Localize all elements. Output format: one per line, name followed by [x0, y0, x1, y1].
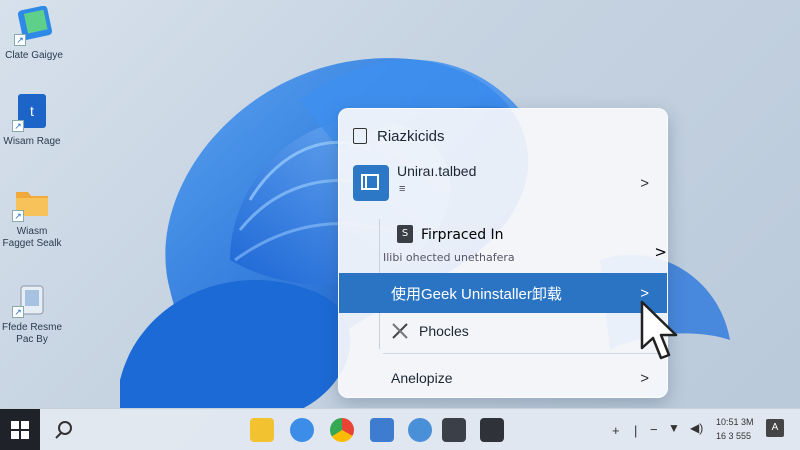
shortcut-arrow-icon: ↗	[12, 120, 24, 132]
store-icon[interactable]	[370, 418, 394, 442]
phocles-item[interactable]: Phocles	[339, 315, 667, 347]
tray-divider: |	[634, 423, 638, 438]
recycle-bin-icon: ↗	[12, 278, 52, 318]
tray-minus-icon[interactable]: −	[650, 422, 658, 437]
desktop-icon-folder[interactable]: ↗ Wiasm Fagget Sealk	[0, 182, 64, 250]
file-explorer-icon[interactable]	[250, 418, 274, 442]
shortcut-arrow-icon: ↗	[12, 306, 24, 318]
folder-icon: ↗	[12, 182, 52, 222]
photos-taskbar-icon[interactable]	[442, 418, 466, 442]
svg-text:t: t	[30, 103, 34, 119]
shortcut-arrow-icon: ↗	[14, 34, 26, 46]
firpraced-item[interactable]: S Firpraced In Ilibi ohected unethafera …	[379, 219, 667, 349]
desktop-icon-label: Wisam Rage	[3, 136, 61, 147]
menu-divider	[383, 353, 663, 354]
desktop-icon-word[interactable]: t ↗ Wisam Rage	[0, 92, 64, 148]
chrome-icon[interactable]	[330, 418, 354, 442]
desktop-icon-label: Clate Gaigye	[5, 50, 63, 61]
chevron-right-icon: >	[640, 284, 649, 302]
tray-time[interactable]: 10:51 3M	[716, 417, 754, 427]
firpraced-subtitle: Ilibi ohected unethafera	[383, 251, 515, 264]
chevron-right-icon: >	[640, 174, 649, 192]
windows-logo-icon	[11, 421, 29, 439]
taskbar: + | − ▼ ◀) 10:51 3M 16 3 555 A	[0, 408, 800, 450]
chevron-right-icon: >	[654, 243, 667, 261]
desktop-icon-label: Ffede Resme Pac By	[1, 322, 63, 345]
app-menu-item[interactable]: Uniraı.talbed ≡ >	[339, 159, 667, 207]
tools-icon	[392, 323, 408, 339]
word-doc-icon: t ↗	[12, 92, 52, 132]
menu-header-label: Riazkicids	[377, 127, 445, 145]
mouse-cursor-icon	[640, 300, 678, 360]
desktop-icon-photos[interactable]: ↗ Clate Gaigye	[2, 5, 66, 62]
menu-header: Riazkicids	[339, 119, 667, 153]
photos-app-icon: ↗	[14, 5, 54, 46]
document-icon	[353, 128, 367, 144]
desktop-icon-label: Wiasm Fagget Sealk	[2, 226, 62, 249]
volume-icon[interactable]: ◀)	[690, 421, 703, 435]
notification-badge[interactable]: A	[766, 419, 784, 437]
app-subtitle: ≡	[399, 183, 406, 195]
firpraced-title: Firpraced In	[421, 227, 504, 243]
tray-date[interactable]: 16 3 555	[716, 431, 751, 441]
desktop-icon-recycle-bin[interactable]: ↗ Ffede Resme Pac By	[0, 278, 64, 346]
anelopize-label: Anelopize	[391, 370, 453, 386]
messenger-icon[interactable]	[290, 418, 314, 442]
search-icon[interactable]	[52, 418, 76, 442]
tray-plus-icon[interactable]: +	[612, 423, 620, 438]
shortcut-arrow-icon: ↗	[12, 210, 24, 222]
context-menu: Riazkicids Uniraı.talbed ≡ > S Firpraced…	[338, 108, 668, 398]
anelopize-item[interactable]: Anelopize >	[339, 363, 667, 393]
geek-uninstaller-item[interactable]: 使用Geek Uninstaller卸载 >	[339, 273, 667, 313]
geek-uninstaller-label: 使用Geek Uninstaller卸载	[391, 285, 562, 303]
browser-icon[interactable]	[408, 418, 432, 442]
camera-icon[interactable]	[480, 418, 504, 442]
package-icon: S	[397, 225, 413, 243]
chevron-right-icon: >	[640, 369, 649, 387]
start-button[interactable]	[0, 409, 40, 450]
app-tile-icon	[353, 165, 389, 201]
wifi-icon[interactable]: ▼	[668, 421, 680, 435]
phocles-label: Phocles	[419, 323, 469, 339]
app-title: Uniraı.talbed	[397, 163, 477, 179]
